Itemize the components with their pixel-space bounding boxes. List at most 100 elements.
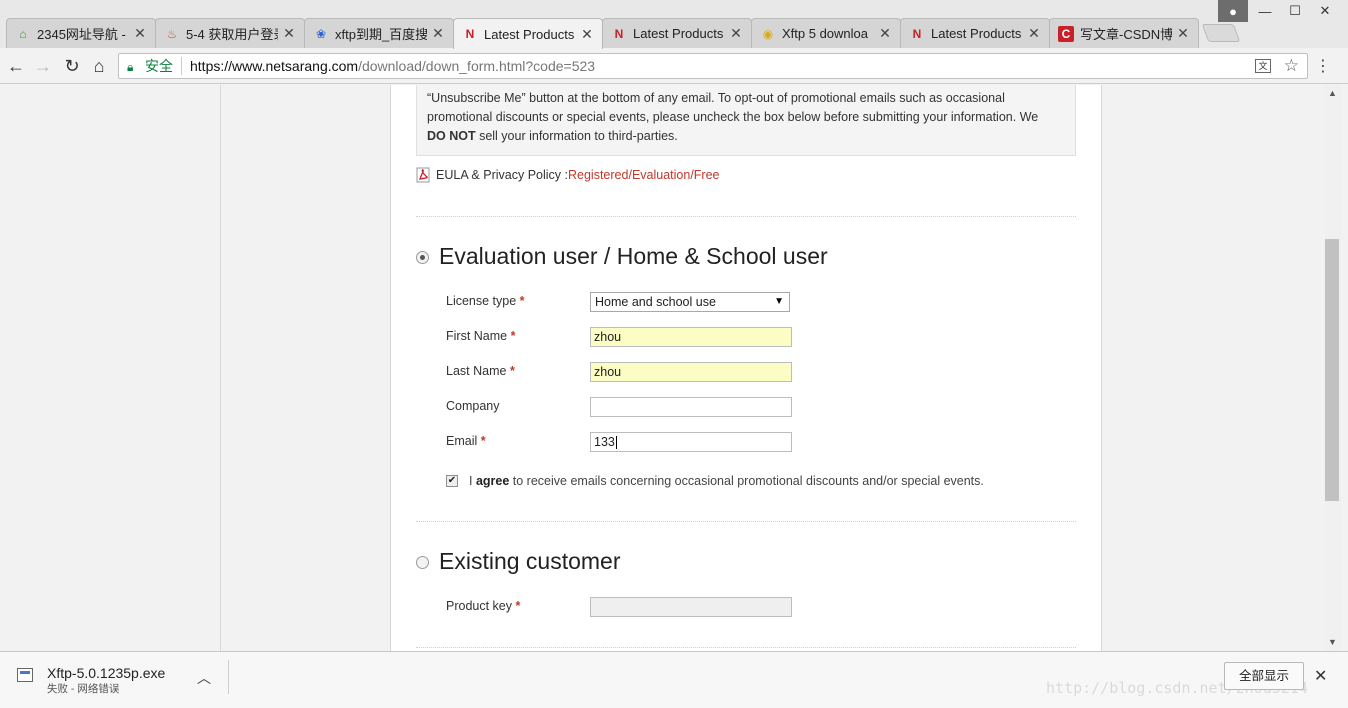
tab-title: 写文章-CSDN博 — [1080, 27, 1172, 42]
chrome-menu-icon[interactable]: ⋮ — [1315, 56, 1331, 76]
download-status: 失败 - 网络错误 — [47, 683, 120, 695]
reload-icon[interactable]: ↻ — [60, 54, 84, 78]
browser-tab[interactable]: C 写文章-CSDN博 ✕ — [1049, 18, 1199, 48]
scroll-thumb[interactable] — [1325, 239, 1339, 501]
tab-title: Xftp 5 downloa — [782, 26, 869, 41]
existing-section-title: Existing customer — [439, 548, 621, 574]
scroll-down-arrow-icon[interactable]: ▼ — [1324, 634, 1341, 651]
lock-icon: 🔒︎ — [127, 59, 134, 74]
secure-label: 安全 — [145, 58, 173, 74]
section-divider — [416, 216, 1076, 217]
url-host: https://www.netsarang.com — [190, 58, 359, 74]
chrome-icon: ◉ — [762, 26, 774, 41]
tab-title: 5-4 获取用户登录 — [186, 27, 278, 42]
browser-tab[interactable]: ❀ xftp到期_百度搜 ✕ — [304, 18, 454, 48]
shelf-close-icon[interactable]: ✕ — [1314, 666, 1327, 686]
address-bar[interactable]: 🔒︎ 安全 https://www.netsarang.com /downloa… — [118, 53, 1308, 79]
existing-customer-radio[interactable] — [416, 556, 429, 569]
company-field[interactable] — [590, 397, 792, 417]
url-path: /download/down_form.html?code=523 — [358, 58, 596, 74]
label-text: Email — [446, 434, 478, 448]
baidu-paw-icon: ❀ — [315, 26, 327, 41]
checkmark-icon: ✔ — [447, 475, 457, 486]
eula-evaluation-link[interactable]: Evaluation — [632, 168, 690, 182]
product-key-label: Product key * — [446, 599, 520, 613]
last-name-value: zhou — [594, 365, 622, 379]
evaluation-section-title: Evaluation user / Home & School user — [439, 243, 828, 269]
required-mark: * — [515, 599, 521, 613]
pdf-icon — [416, 167, 430, 183]
first-name-label: First Name * — [446, 329, 515, 343]
notice-line: promotional discounts or special events,… — [427, 110, 1039, 124]
section-divider — [416, 521, 1076, 522]
download-form-panel: “Unsubscribe Me” button at the bottom of… — [390, 85, 1102, 651]
tab-close-icon[interactable]: ✕ — [878, 25, 892, 42]
last-name-label: Last Name * — [446, 364, 515, 378]
tab-close-icon[interactable]: ✕ — [282, 25, 296, 42]
site-2345-icon: ⌂ — [19, 26, 27, 41]
back-arrow-icon[interactable]: ← — [4, 54, 28, 78]
browser-tab[interactable]: ◉ Xftp 5 downloa ✕ — [751, 18, 901, 48]
tab-close-icon[interactable]: ✕ — [1027, 25, 1041, 42]
tab-close-icon[interactable]: ✕ — [133, 25, 147, 42]
evaluation-user-radio[interactable] — [416, 251, 429, 264]
browser-tab-active[interactable]: N Latest Products ✕ — [453, 18, 603, 49]
browser-tab[interactable]: ♨ 5-4 获取用户登录 ✕ — [155, 18, 305, 48]
last-name-field[interactable]: zhou — [590, 362, 792, 382]
tab-title: Latest Products — [633, 26, 724, 41]
browser-tab[interactable]: ⌂ 2345网址导航 - ✕ — [6, 18, 156, 48]
notice-line: DO NOT sell your information to third-pa… — [427, 127, 1065, 146]
tab-title: Latest Products — [931, 26, 1022, 41]
home-icon[interactable]: ⌂ — [87, 54, 111, 78]
browser-tab[interactable]: N Latest Products ✕ — [602, 18, 752, 48]
label-text: License type — [446, 294, 517, 308]
eula-label: EULA & Privacy Policy : — [436, 168, 568, 182]
translate-icon[interactable]: 文 — [1255, 59, 1271, 73]
privacy-notice: “Unsubscribe Me” button at the bottom of… — [416, 85, 1076, 156]
show-all-downloads-button[interactable]: 全部显示 — [1224, 662, 1304, 690]
omnibox-separator — [181, 57, 182, 75]
eula-free-link[interactable]: Free — [694, 168, 720, 182]
product-key-field[interactable] — [590, 597, 792, 617]
notice-rest: sell your information to third-parties. — [475, 129, 678, 143]
download-shelf: Xftp-5.0.1235p.exe 失败 - 网络错误 ︿ http://bl… — [0, 651, 1348, 708]
bookmark-star-icon[interactable]: ☆ — [1284, 56, 1299, 76]
tab-title: Latest Products — [484, 26, 575, 42]
browser-tab[interactable]: N Latest Products ✕ — [900, 18, 1050, 48]
tab-title: xftp到期_百度搜 — [335, 27, 427, 42]
first-name-value: zhou — [594, 330, 622, 344]
user-profile-icon[interactable]: ● — [1218, 0, 1248, 22]
window-close-icon[interactable]: ✕ — [1302, 0, 1348, 22]
tab-strip: ⌂ 2345网址导航 - ✕ ♨ 5-4 获取用户登录 ✕ ❀ xftp到期_百… — [0, 0, 1348, 49]
page-scrollbar[interactable]: ▲ ▼ — [1324, 85, 1341, 651]
forward-arrow-icon[interactable]: → — [31, 54, 55, 78]
netsarang-n-icon: N — [614, 26, 624, 41]
first-name-field[interactable]: zhou — [590, 327, 792, 347]
company-label: Company — [446, 399, 500, 413]
new-tab-button[interactable] — [1201, 24, 1241, 42]
shelf-separator — [228, 660, 229, 694]
license-type-label: License type * — [446, 294, 525, 308]
required-mark: * — [510, 329, 516, 343]
tab-close-icon[interactable]: ✕ — [729, 25, 743, 42]
minimize-icon[interactable]: — — [1250, 0, 1280, 22]
license-type-select[interactable]: Home and school use ▼ — [590, 292, 790, 312]
tab-close-icon[interactable]: ✕ — [431, 25, 445, 42]
scroll-up-arrow-icon[interactable]: ▲ — [1324, 85, 1341, 102]
notice-bold: DO NOT — [427, 129, 476, 143]
agree-bold: agree — [475, 474, 510, 488]
eula-registered-link[interactable]: Registered — [568, 168, 628, 182]
dropdown-arrow-icon: ▼ — [774, 296, 784, 307]
csdn-c-icon: C — [1058, 25, 1074, 42]
email-field[interactable]: 133 — [590, 432, 792, 452]
left-rail-border — [220, 85, 221, 651]
tab-close-icon[interactable]: ✕ — [580, 26, 594, 43]
required-mark: * — [519, 294, 525, 308]
label-text: First Name — [446, 329, 508, 343]
agree-checkbox[interactable]: ✔ — [446, 475, 458, 487]
agree-text: I agree to receive emails concerning occ… — [469, 474, 984, 488]
tab-close-icon[interactable]: ✕ — [1176, 25, 1190, 42]
chevron-up-icon[interactable]: ︿ — [197, 668, 211, 688]
page-viewport: “Unsubscribe Me” button at the bottom of… — [0, 85, 1324, 651]
download-filename[interactable]: Xftp-5.0.1235p.exe — [47, 665, 165, 681]
